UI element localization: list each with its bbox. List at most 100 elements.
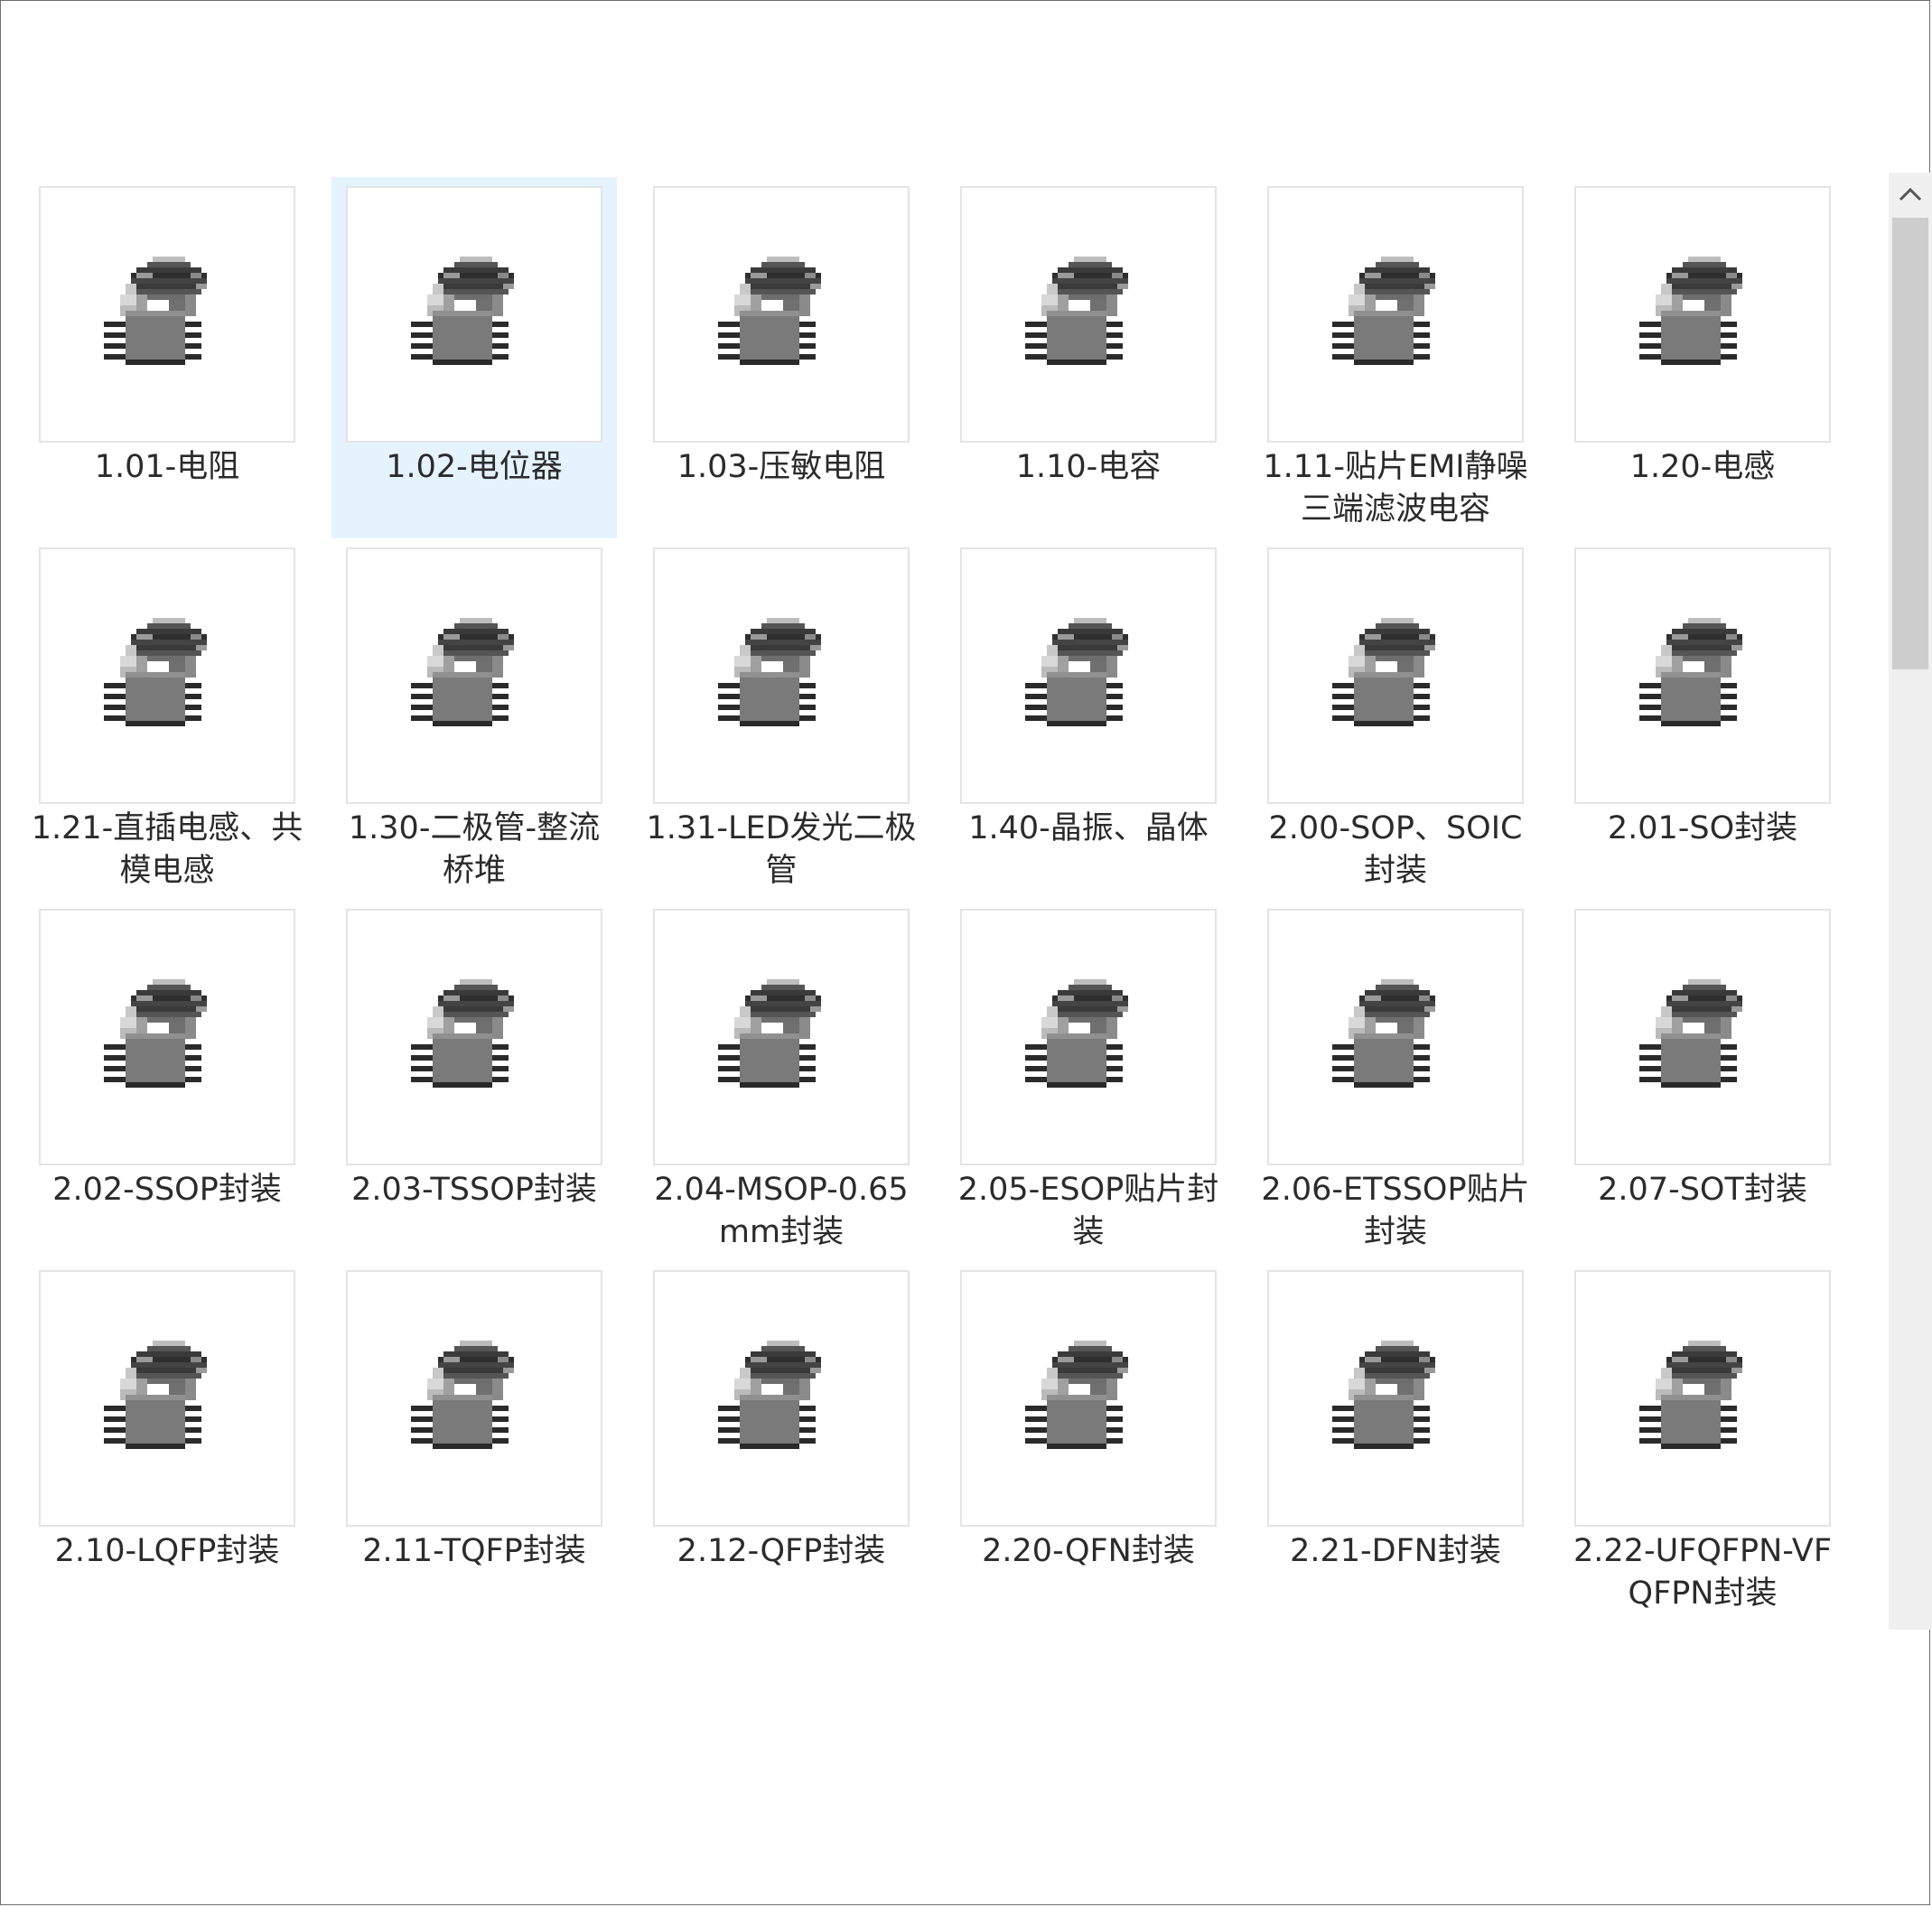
scroll-thumb[interactable] (1892, 218, 1928, 669)
file-item[interactable]: 2.03-TSSOP封装 (331, 900, 617, 1261)
file-name-label: 2.04-MSOP-0.65mm封装 (654, 1172, 909, 1250)
file-item[interactable]: 2.02-SSOP封装 (24, 900, 310, 1261)
icon-grid: 1.01-电阻 1.02-电位器 1.03-压敏电阻 1.10-电容 1.11-… (32, 177, 1881, 1631)
chip-package-icon (1639, 618, 1742, 726)
file-name-label: 1.11-贴片EMI静噪三端滤波电容 (1263, 449, 1528, 528)
file-name-label: 1.10-电容 (1015, 449, 1162, 485)
chip-package-icon (718, 979, 821, 1088)
file-name-label: 2.22-UFQFPN-VFQFPN封装 (1573, 1533, 1832, 1612)
file-name-label: 1.03-压敏电阻 (677, 449, 886, 485)
file-name-label: 1.20-电感 (1629, 449, 1776, 485)
file-item[interactable]: 2.11-TQFP封装 (331, 1261, 617, 1622)
chip-package-icon (104, 1341, 207, 1449)
file-item[interactable]: 2.20-QFN封装 (946, 1261, 1231, 1622)
file-item[interactable]: 2.00-SOP、SOIC封装 (1253, 538, 1538, 900)
chip-package-icon (1025, 618, 1128, 726)
file-thumbnail (346, 1270, 602, 1527)
file-item[interactable]: 1.11-贴片EMI静噪三端滤波电容 (1253, 177, 1538, 538)
chip-package-icon (104, 257, 207, 365)
file-thumbnail (1574, 186, 1831, 443)
file-item[interactable]: 2.07-SOT封装 (1560, 900, 1845, 1261)
chip-package-icon (411, 618, 514, 726)
file-thumbnail (1267, 1270, 1524, 1527)
scroll-up-button[interactable] (1889, 173, 1932, 216)
chevron-up-icon (1899, 187, 1922, 201)
chip-package-icon (1332, 257, 1435, 365)
vertical-scrollbar[interactable] (1889, 173, 1932, 1630)
file-thumbnail (960, 547, 1217, 804)
file-thumbnail (346, 186, 602, 443)
file-name-label: 1.30-二极管-整流桥堆 (348, 810, 601, 889)
file-thumbnail (1574, 1270, 1831, 1527)
file-name-label: 2.05-ESOP贴片封装 (957, 1172, 1219, 1250)
chip-package-icon (718, 618, 821, 726)
file-item[interactable]: 2.10-LQFP封装 (24, 1261, 310, 1622)
file-item[interactable]: 1.02-电位器 (331, 177, 617, 538)
file-name-label: 1.02-电位器 (386, 449, 563, 485)
file-thumbnail (346, 547, 602, 804)
chip-package-icon (1639, 257, 1742, 365)
chip-package-icon (411, 257, 514, 365)
file-item[interactable]: 2.06-ETSSOP贴片封装 (1253, 900, 1538, 1261)
chip-package-icon (1025, 257, 1128, 365)
chip-package-icon (1639, 979, 1742, 1088)
chip-package-icon (1025, 979, 1128, 1088)
file-item[interactable]: 2.05-ESOP贴片封装 (946, 900, 1231, 1261)
file-name-label: 2.20-QFN封装 (982, 1533, 1195, 1569)
file-name-label: 2.07-SOT封装 (1598, 1172, 1807, 1208)
file-browser-window: 1.01-电阻 1.02-电位器 1.03-压敏电阻 1.10-电容 1.11-… (0, 0, 1932, 1905)
chip-package-icon (411, 979, 514, 1088)
file-item[interactable]: 2.12-QFP封装 (639, 1261, 924, 1622)
chip-package-icon (1332, 618, 1435, 726)
file-name-label: 1.40-晶振、晶体 (968, 810, 1209, 846)
file-name-label: 2.21-DFN封装 (1290, 1533, 1501, 1569)
file-item[interactable]: 2.01-SO封装 (1560, 538, 1845, 900)
file-item[interactable]: 1.30-二极管-整流桥堆 (331, 538, 617, 900)
file-item[interactable]: 1.01-电阻 (24, 177, 310, 538)
chip-package-icon (411, 1341, 514, 1449)
file-item[interactable]: 1.21-直插电感、共模电感 (24, 538, 310, 900)
chip-package-icon (104, 979, 207, 1088)
file-thumbnail (1267, 909, 1524, 1165)
chip-package-icon (1332, 1341, 1435, 1449)
file-name-label: 2.03-TSSOP封装 (351, 1172, 597, 1208)
file-name-label: 2.11-TQFP封装 (362, 1533, 586, 1569)
file-thumbnail (653, 186, 910, 443)
file-thumbnail (1574, 909, 1831, 1165)
file-thumbnail (1267, 186, 1524, 443)
file-item[interactable]: 2.22-UFQFPN-VFQFPN封装 (1560, 1261, 1845, 1622)
file-item[interactable]: 1.03-压敏电阻 (639, 177, 924, 538)
file-thumbnail (1574, 547, 1831, 804)
file-item[interactable]: 1.10-电容 (946, 177, 1231, 538)
chip-package-icon (1639, 1341, 1742, 1449)
chip-package-icon (1025, 1341, 1128, 1449)
file-thumbnail (960, 909, 1217, 1165)
file-item[interactable]: 2.04-MSOP-0.65mm封装 (639, 900, 924, 1261)
file-thumbnail (39, 547, 295, 804)
file-item[interactable]: 2.21-DFN封装 (1253, 1261, 1538, 1622)
file-thumbnail (653, 547, 910, 804)
file-name-label: 2.12-QFP封装 (677, 1533, 886, 1569)
file-thumbnail (346, 909, 602, 1165)
file-name-label: 2.06-ETSSOP贴片封装 (1261, 1172, 1530, 1250)
file-thumbnail (960, 1270, 1217, 1527)
chip-package-icon (104, 618, 207, 726)
chip-package-icon (718, 257, 821, 365)
file-thumbnail (1267, 547, 1524, 804)
file-thumbnail (39, 909, 295, 1165)
file-name-label: 1.21-直插电感、共模电感 (31, 810, 303, 889)
chip-package-icon (1332, 979, 1435, 1088)
file-thumbnail (960, 186, 1217, 443)
file-thumbnail (653, 909, 910, 1165)
file-item[interactable]: 1.40-晶振、晶体 (946, 538, 1231, 900)
file-name-label: 2.02-SSOP封装 (52, 1172, 282, 1208)
file-name-label: 2.01-SO封装 (1607, 810, 1798, 846)
file-item[interactable]: 1.31-LED发光二极管 (639, 538, 924, 900)
file-name-label: 2.00-SOP、SOIC封装 (1268, 810, 1523, 889)
file-item[interactable]: 1.20-电感 (1560, 177, 1845, 538)
file-thumbnail (653, 1270, 910, 1527)
file-thumbnail (39, 186, 295, 443)
file-name-label: 1.01-电阻 (94, 449, 240, 485)
file-thumbnail (39, 1270, 295, 1527)
chip-package-icon (718, 1341, 821, 1449)
